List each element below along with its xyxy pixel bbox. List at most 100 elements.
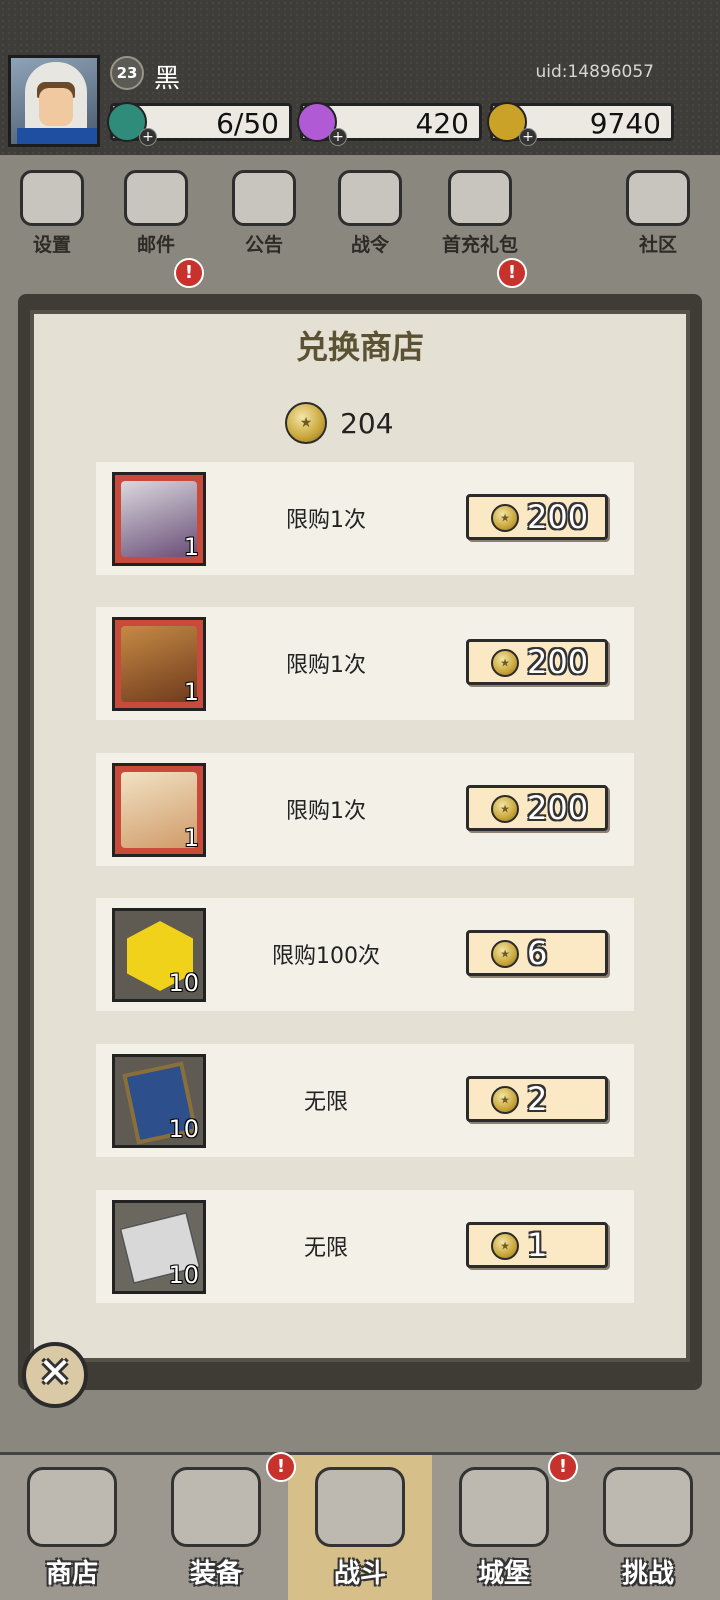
item-quantity: 1 <box>183 824 199 852</box>
menu-label: 设置 <box>32 234 71 256</box>
exchange-coin-icon <box>285 402 327 444</box>
gold-counter: + 9740 <box>487 102 674 146</box>
stone-icon[interactable]: 10 <box>112 1200 206 1294</box>
shop-item-row: 10 无限 1 <box>96 1190 634 1303</box>
buy-button[interactable]: 200 <box>466 639 608 685</box>
close-button[interactable]: ✕ <box>22 1342 88 1408</box>
coin-balance: 204 <box>285 402 394 446</box>
menu-announcement[interactable]: 公告 <box>214 162 314 257</box>
recharge-alert-badge: ! <box>497 258 527 288</box>
nav-label: 城堡 <box>477 1559 530 1589</box>
gold-value: 9740 <box>589 107 661 140</box>
item-price: 200 <box>527 643 589 681</box>
hero-portrait-icon[interactable]: 1 <box>112 763 206 857</box>
stamina-value: 6/50 <box>216 107 279 140</box>
gear-icon <box>20 170 84 226</box>
book-icon[interactable]: 10 <box>112 1054 206 1148</box>
nav-battle[interactable]: 战斗 <box>288 1455 432 1600</box>
gem-counter: + 420 <box>297 102 482 146</box>
exchange-coin-icon <box>491 1232 519 1260</box>
menu-battle-pass[interactable]: 战令 <box>320 162 420 257</box>
nav-shop[interactable]: 商店 <box>0 1455 144 1600</box>
level-badge: 23 <box>110 56 144 90</box>
item-quantity: 10 <box>168 1261 199 1289</box>
castle-icon <box>459 1467 549 1547</box>
player-avatar[interactable] <box>8 55 100 147</box>
add-stamina-button[interactable]: + <box>139 128 157 146</box>
menu-community[interactable]: 社区 <box>608 162 708 257</box>
add-gold-button[interactable]: + <box>519 128 537 146</box>
menu-label: 邮件 <box>136 234 175 256</box>
menu-label: 首充礼包 <box>441 234 518 256</box>
purchase-limit: 无限 <box>303 1090 348 1115</box>
equipment-alert-badge: ! <box>266 1452 296 1482</box>
bottom-nav: 商店 装备 战斗 城堡 挑战 <box>0 1452 720 1600</box>
nav-label: 战斗 <box>333 1559 386 1589</box>
home-icon <box>626 170 690 226</box>
item-quantity: 1 <box>183 678 199 706</box>
exchange-coin-icon <box>491 940 519 968</box>
item-quantity: 10 <box>168 1115 199 1143</box>
mail-alert-badge: ! <box>174 258 204 288</box>
add-gem-button[interactable]: + <box>329 128 347 146</box>
purchase-limit: 无限 <box>303 1236 348 1261</box>
buy-button[interactable]: 200 <box>466 494 608 540</box>
menu-label: 战令 <box>350 234 389 256</box>
exchange-coin-icon <box>491 795 519 823</box>
item-quantity: 10 <box>168 969 199 997</box>
hero-portrait-icon[interactable]: 1 <box>112 472 206 566</box>
nav-equipment[interactable]: 装备 <box>144 1455 288 1600</box>
yellow-gem-icon[interactable]: 10 <box>112 908 206 1002</box>
top-header: 23 黑 uid:14896057 + 6/50 + 420 + 9740 <box>0 0 720 155</box>
mail-icon <box>124 170 188 226</box>
nav-label: 挑战 <box>621 1559 674 1589</box>
buy-button[interactable]: 6 <box>466 930 608 976</box>
menu-settings[interactable]: 设置 <box>2 162 102 257</box>
player-name: 黑 <box>154 64 181 94</box>
buy-button[interactable]: 1 <box>466 1222 608 1268</box>
menu-mail[interactable]: 邮件 <box>106 162 206 257</box>
shop-icon <box>27 1467 117 1547</box>
backpack-icon <box>171 1467 261 1547</box>
exchange-coin-icon <box>491 504 519 532</box>
dialog-title: 兑换商店 <box>295 328 424 366</box>
exchange-coin-icon <box>491 1086 519 1114</box>
exchange-coin-icon <box>491 649 519 677</box>
shield-icon <box>603 1467 693 1547</box>
hero-portrait-icon[interactable]: 1 <box>112 617 206 711</box>
balance-value: 204 <box>340 406 394 440</box>
buy-button[interactable]: 200 <box>466 785 608 831</box>
nav-label: 商店 <box>45 1559 98 1589</box>
uid-label: uid:14896057 <box>535 62 654 82</box>
shop-item-row: 1 限购1次 200 <box>96 753 634 866</box>
menu-label: 公告 <box>244 234 283 256</box>
item-price: 200 <box>527 498 589 536</box>
top-menu: 设置 邮件 公告 战令 首充礼包 社区 <box>0 162 720 262</box>
item-price: 2 <box>527 1080 548 1118</box>
nav-label: 装备 <box>189 1559 242 1589</box>
crystal-ball-icon <box>338 170 402 226</box>
purchase-limit: 限购100次 <box>272 944 380 969</box>
item-price: 6 <box>527 934 548 972</box>
item-quantity: 1 <box>183 533 199 561</box>
stamina-counter: + 6/50 <box>107 102 292 146</box>
shop-item-row: 10 限购100次 6 <box>96 898 634 1011</box>
purchase-limit: 限购1次 <box>286 799 366 824</box>
shop-item-row: 1 限购1次 200 <box>96 607 634 720</box>
shop-item-row: 1 限购1次 200 <box>96 462 634 575</box>
buy-button[interactable]: 2 <box>466 1076 608 1122</box>
nav-challenge[interactable]: 挑战 <box>576 1455 720 1600</box>
crossed-swords-icon <box>315 1467 405 1547</box>
purchase-limit: 限购1次 <box>286 508 366 533</box>
menu-label: 社区 <box>638 234 677 256</box>
item-price: 1 <box>527 1226 548 1264</box>
castle-alert-badge: ! <box>548 1452 578 1482</box>
item-price: 200 <box>527 789 589 827</box>
shop-item-row: 10 无限 2 <box>96 1044 634 1157</box>
avatar-cloak <box>17 128 97 144</box>
avatar-face <box>39 88 73 126</box>
purchase-limit: 限购1次 <box>286 653 366 678</box>
gift-bag-icon <box>448 170 512 226</box>
menu-first-recharge[interactable]: 首充礼包 <box>430 162 530 257</box>
gem-value: 420 <box>415 107 469 140</box>
